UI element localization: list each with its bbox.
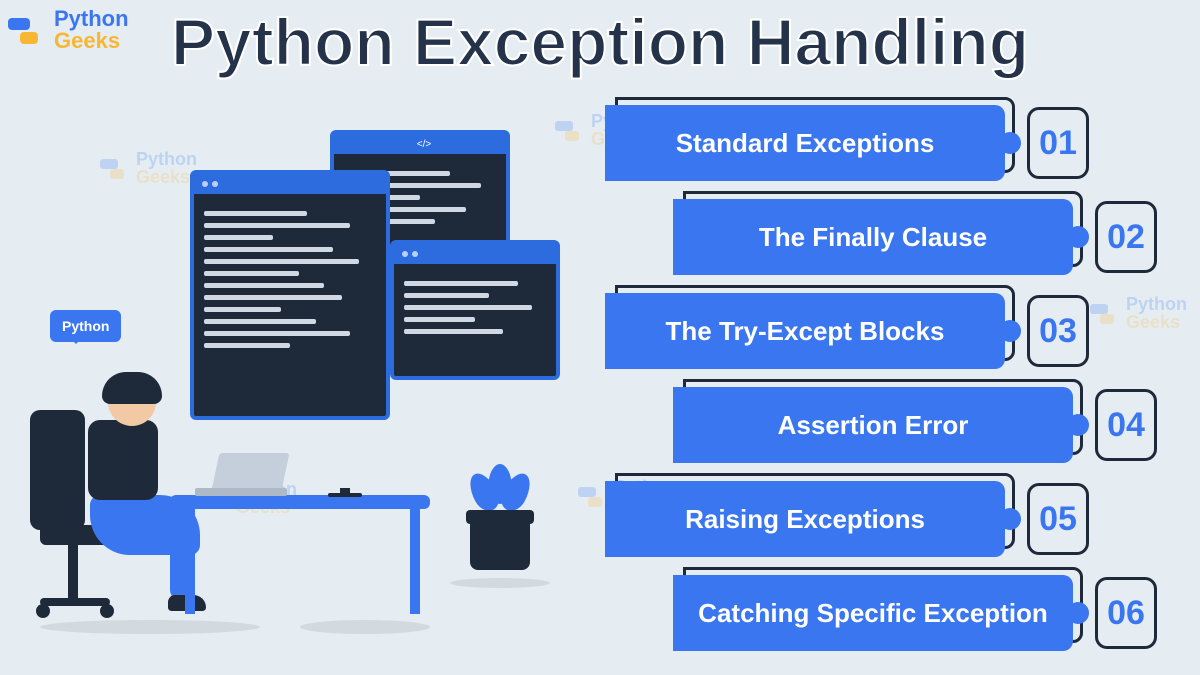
illustration: </> Python <box>10 130 570 650</box>
brand-logo: Python Geeks <box>8 8 129 52</box>
number-badge: 02 <box>1095 201 1157 273</box>
number-badge: 05 <box>1027 483 1089 555</box>
brand-logo-icon <box>8 10 48 50</box>
list-item-label: Raising Exceptions <box>671 505 939 534</box>
list-item-label: The Finally Clause <box>745 223 1001 252</box>
list-item: Catching Specific Exception 06 <box>605 575 1160 663</box>
brand-logo-text: Python Geeks <box>54 8 129 52</box>
list-item: Raising Exceptions 05 <box>605 481 1160 569</box>
list-item-label: Standard Exceptions <box>662 129 949 158</box>
list-item-label: Assertion Error <box>764 411 983 440</box>
number-badge: 03 <box>1027 295 1089 367</box>
number-badge: 04 <box>1095 389 1157 461</box>
plant-icon <box>470 520 530 570</box>
list-item-label: The Try-Except Blocks <box>652 317 959 346</box>
list-item: Assertion Error 04 <box>605 387 1160 475</box>
number-badge: 01 <box>1027 107 1089 179</box>
speech-bubble: Python <box>50 310 121 342</box>
list-item: The Try-Except Blocks 03 <box>605 293 1160 381</box>
page-title: Python Exception Handling <box>171 4 1029 80</box>
list-item: Standard Exceptions 01 <box>605 105 1160 193</box>
topic-list: Standard Exceptions 01 The Finally Claus… <box>605 105 1160 669</box>
list-item-label: Catching Specific Exception <box>684 599 1062 628</box>
code-window-icon <box>390 240 560 380</box>
list-item: The Finally Clause 02 <box>605 199 1160 287</box>
number-badge: 06 <box>1095 577 1157 649</box>
